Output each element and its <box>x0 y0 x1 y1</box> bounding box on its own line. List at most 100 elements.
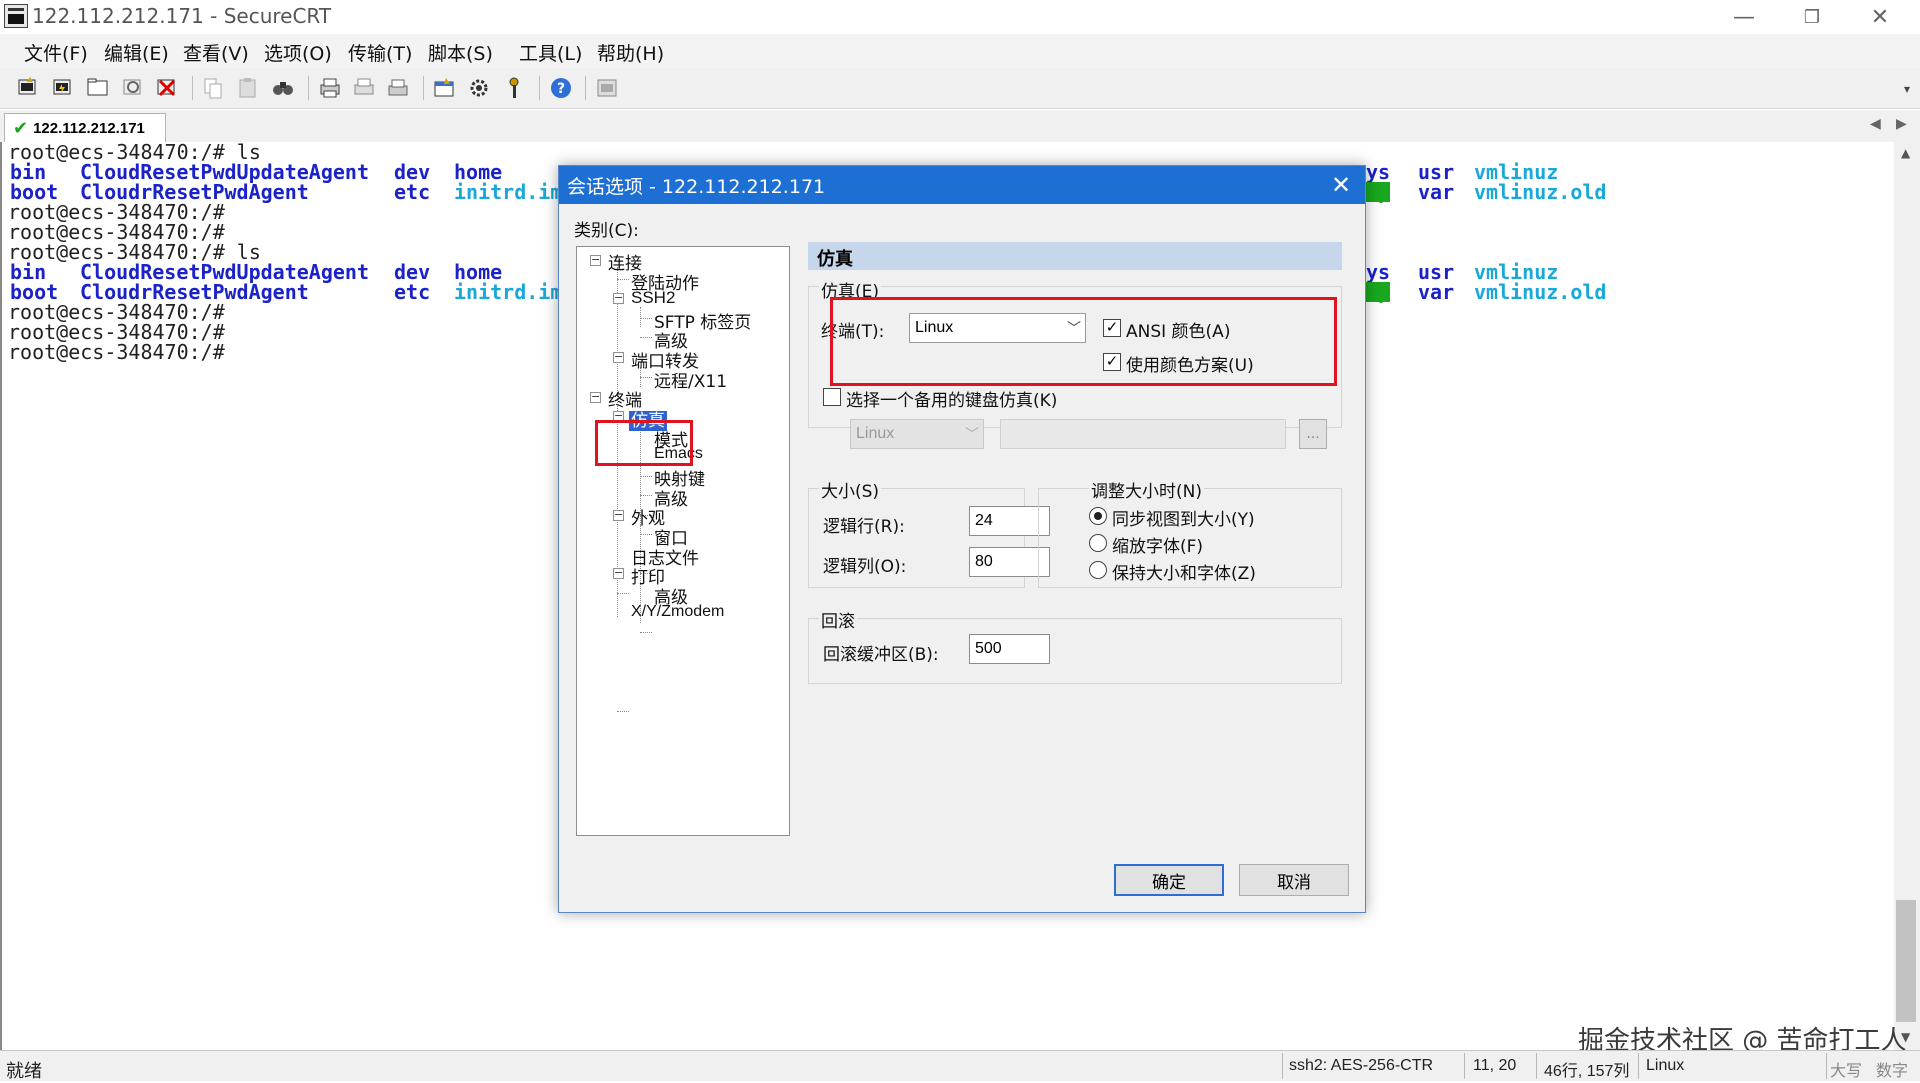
listing-item: boot <box>10 280 59 304</box>
print-setup-icon[interactable] <box>386 76 410 100</box>
alt-keyboard-value: Linux <box>856 425 895 442</box>
screenshot-icon[interactable] <box>595 76 619 100</box>
menu-help[interactable]: 帮助(H) <box>597 39 664 66</box>
session-tab[interactable]: ✔ 122.112.212.171 <box>4 113 166 142</box>
status-cursor-position: 11, 20 <box>1473 1057 1517 1074</box>
tree-collapse-icon[interactable]: − <box>613 509 624 521</box>
tree-line <box>640 337 652 338</box>
menu-script[interactable]: 脚本(S) <box>428 39 493 66</box>
cancel-button[interactable]: 取消 <box>1239 864 1349 896</box>
terminal-line: root@ecs-348470:/# ls <box>8 142 261 164</box>
alt-keyboard-select[interactable]: Linux ﹀ <box>850 419 984 449</box>
terminal-line: root@ecs-348470:/# <box>8 220 225 244</box>
dialog-close-icon[interactable]: ✕ <box>1321 167 1361 203</box>
print-selection-icon[interactable] <box>352 76 376 100</box>
tree-node-xyzmodem[interactable]: X/Y/Zmodem <box>631 603 724 621</box>
tree-collapse-icon[interactable]: − <box>590 391 601 403</box>
scrollbar-thumb[interactable] <box>1896 900 1916 1022</box>
menu-file[interactable]: 文件(F) <box>24 39 88 66</box>
restore-button[interactable]: ❐ <box>1778 0 1846 34</box>
listing-item: ys <box>1366 260 1391 284</box>
help-icon[interactable]: ? <box>549 76 573 100</box>
toolbar-separator <box>585 76 586 100</box>
session-options-dialog: 会话选项 - 122.112.212.171 ✕ 类别(C): − 连接 登陆动… <box>558 165 1366 913</box>
terminal-line: root@ecs-348470:/# <box>8 320 225 344</box>
svg-text:?: ? <box>557 81 565 97</box>
ok-button[interactable]: 确定 <box>1114 864 1224 896</box>
tree-line <box>640 307 641 327</box>
menu-tools[interactable]: 工具(L) <box>519 39 582 66</box>
menu-edit[interactable]: 编辑(E) <box>104 39 169 66</box>
paste-icon[interactable] <box>236 76 260 100</box>
listing-item: home <box>454 260 503 284</box>
terminal-line: root@ecs-348470:/# <box>8 340 225 364</box>
connect-in-tab-icon[interactable] <box>86 76 110 100</box>
status-separator <box>1464 1053 1465 1079</box>
toolbar: ? ▾ <box>0 68 1920 109</box>
listing-item: etc <box>394 280 431 304</box>
resize-sync-view-radio[interactable] <box>1089 507 1107 525</box>
tree-collapse-icon[interactable]: − <box>613 567 624 579</box>
tree-line <box>640 476 652 477</box>
tab-scroll-left-icon[interactable]: ◀ <box>1870 116 1881 132</box>
quick-connect-icon[interactable] <box>51 76 75 100</box>
tab-scroll-right-icon[interactable]: ▶ <box>1896 116 1907 132</box>
status-num-lock: 数字 <box>1876 1063 1909 1080</box>
resize-scale-font-radio[interactable] <box>1089 534 1107 552</box>
menu-transfer[interactable]: 传输(T) <box>348 39 412 66</box>
scroll-up-icon[interactable]: ▲ <box>1901 146 1910 160</box>
scrollback-buffer-input[interactable]: 500 <box>969 634 1050 664</box>
tree-collapse-icon[interactable]: − <box>613 292 624 304</box>
status-separator <box>1826 1053 1827 1079</box>
menu-bar: 文件(F) 编辑(E) 查看(V) 选项(O) 传输(T) 脚本(S) 工具(L… <box>0 34 1920 68</box>
toolbar-separator <box>423 76 424 100</box>
alt-keyboard-path-field[interactable] <box>1000 419 1286 449</box>
resize-group-label: 调整大小时(N) <box>1089 477 1204 502</box>
category-label: 类别(C): <box>574 221 639 241</box>
securecrt-app-icon <box>4 4 28 28</box>
print-icon[interactable] <box>318 76 342 100</box>
status-bar: 就绪 ssh2: AES-256-CTR 11, 20 46行, 157列 Li… <box>0 1050 1920 1081</box>
session-options-icon[interactable] <box>432 76 456 100</box>
browse-button[interactable]: ... <box>1299 419 1327 449</box>
find-icon[interactable] <box>271 76 295 100</box>
listing-item: usr <box>1418 160 1455 184</box>
category-tree[interactable]: − 连接 登陆动作 − SSH2 SFTP 标签页 高级 − 端口转发 远程/X… <box>576 246 790 836</box>
listing-item: ys <box>1366 160 1391 184</box>
tree-node-remote-x11[interactable]: 远程/X11 <box>654 367 727 392</box>
listing-item: CloudResetPwdUpdateAgent <box>80 260 369 284</box>
resize-keep-size-radio[interactable] <box>1089 561 1107 579</box>
toolbar-overflow-icon[interactable]: ▾ <box>1904 82 1910 96</box>
menu-view[interactable]: 查看(V) <box>183 39 249 66</box>
listing-item: home <box>454 160 503 184</box>
status-ready: 就绪 <box>6 1061 42 1081</box>
close-button[interactable]: ✕ <box>1846 0 1914 34</box>
disconnect-icon[interactable] <box>155 76 179 100</box>
menu-options[interactable]: 选项(O) <box>264 39 332 66</box>
status-separator <box>1282 1053 1283 1079</box>
tree-line <box>640 318 652 319</box>
reconnect-icon[interactable] <box>121 76 145 100</box>
copy-icon[interactable] <box>201 76 225 100</box>
minimize-button[interactable]: — <box>1710 0 1778 34</box>
listing-item: vmlinuz.old <box>1474 180 1607 204</box>
alt-keyboard-checkbox[interactable] <box>823 388 841 406</box>
listing-item: boot <box>10 180 59 204</box>
tree-collapse-icon[interactable]: − <box>590 254 601 266</box>
status-emulation: Linux <box>1646 1057 1685 1074</box>
terminal-line: root@ecs-348470:/# <box>8 200 225 224</box>
logical-rows-label: 逻辑行(R): <box>823 517 905 537</box>
resize-keep-size-label: 保持大小和字体(Z) <box>1112 564 1256 584</box>
listing-item: CloudrResetPwdAgent <box>80 180 309 204</box>
listing-item-highlighted: mp <box>1366 180 1391 204</box>
listing-item: var <box>1418 180 1455 204</box>
keymap-icon[interactable] <box>502 76 526 100</box>
listing-item: usr <box>1418 260 1455 284</box>
global-options-icon[interactable] <box>467 76 491 100</box>
logical-cols-label: 逻辑列(O): <box>823 557 907 577</box>
title-bar: 122.112.212.171 - SecureCRT — ❐ ✕ <box>0 0 1920 34</box>
resize-sync-view-label: 同步视图到大小(Y) <box>1112 510 1255 530</box>
connect-icon[interactable] <box>16 76 40 100</box>
tree-node-ssh2[interactable]: SSH2 <box>631 288 675 308</box>
tree-collapse-icon[interactable]: − <box>613 351 624 363</box>
